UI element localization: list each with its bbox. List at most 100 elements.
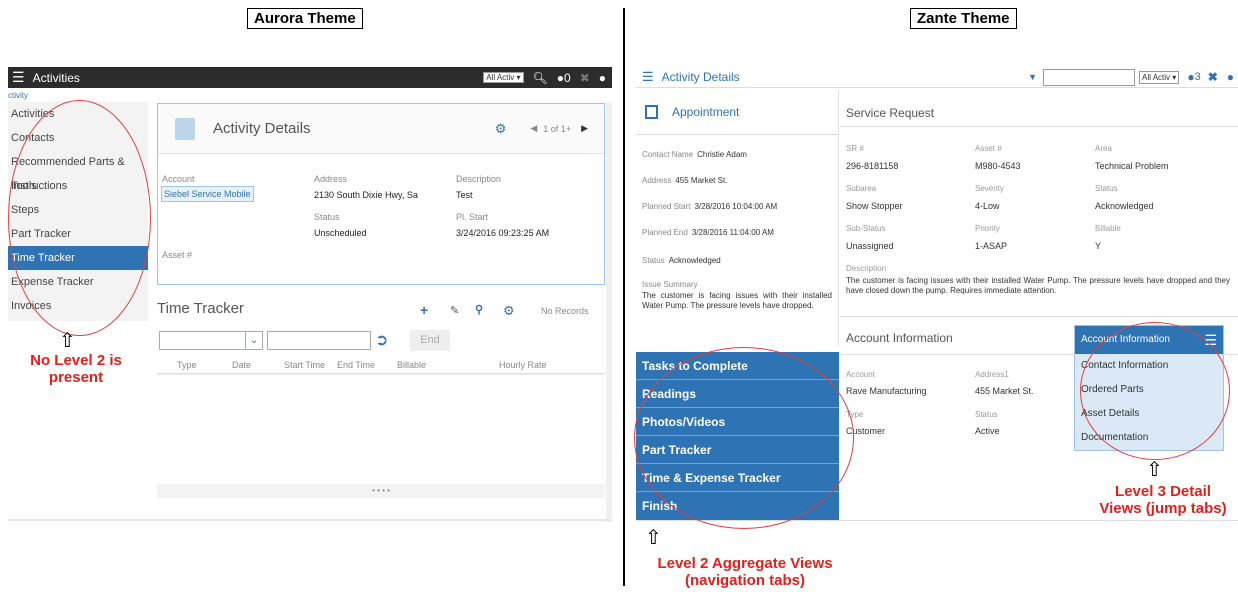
breadcrumb[interactable]: ctivity bbox=[8, 91, 28, 100]
tab-part-tracker[interactable]: Part Tracker bbox=[636, 436, 839, 464]
gear-icon[interactable]: ⚙ bbox=[503, 303, 515, 319]
tt-grid bbox=[157, 374, 605, 484]
zante-bottom-border bbox=[636, 520, 1238, 521]
service-request-title: Service Request bbox=[846, 106, 935, 120]
sidebar-item-expense-tracker[interactable]: Expense Tracker bbox=[8, 270, 148, 294]
sr-description-value: The customer is facing issues with their… bbox=[846, 276, 1230, 295]
end-button[interactable]: End bbox=[410, 330, 450, 351]
tab-time-expense-tracker[interactable]: Time & Expense Tracker bbox=[636, 464, 839, 492]
tab-tasks-to-complete[interactable]: Tasks to Complete bbox=[636, 352, 839, 380]
sr-bottom-divider bbox=[840, 316, 1238, 317]
col-end-time[interactable]: End Time bbox=[337, 360, 375, 370]
address-row: Address 455 Market St. bbox=[642, 176, 727, 185]
issue-summary-value: The customer is facing issues with their… bbox=[642, 291, 832, 310]
sidebar-item-contacts[interactable]: Contacts bbox=[8, 126, 148, 150]
search-icon[interactable]: 🔍︎ bbox=[533, 71, 548, 85]
col-date[interactable]: Date bbox=[232, 360, 251, 370]
col-hourly-rate[interactable]: Hourly Rate bbox=[499, 360, 547, 370]
sidebar-item-part-tracker[interactable]: Part Tracker bbox=[8, 222, 148, 246]
prev-record-icon[interactable]: ◀ bbox=[530, 123, 537, 134]
search-input[interactable] bbox=[1043, 68, 1136, 86]
user-icon[interactable]: ● bbox=[1227, 70, 1234, 84]
area-label: Area bbox=[1095, 144, 1112, 153]
sidebar-item-invoices[interactable]: Invoices bbox=[8, 294, 148, 318]
time-input[interactable] bbox=[267, 331, 371, 350]
edit-icon[interactable]: ✎ bbox=[450, 304, 459, 317]
sr-number-value: 296-8181158 bbox=[846, 161, 899, 171]
up-arrow-icon: ⇧ bbox=[645, 527, 662, 549]
up-arrow-icon: ⇧ bbox=[59, 330, 76, 352]
plstart-value: 3/24/2016 09:23:25 AM bbox=[456, 228, 550, 238]
aurora-sidebar: Activities Contacts Recommended Parts & … bbox=[8, 102, 148, 321]
navigation-tabs: Tasks to Complete Readings Photos/Videos… bbox=[636, 352, 839, 520]
planned-start-row: Planned Start 3/28/2016 10:04:00 AM bbox=[642, 202, 777, 211]
col-type[interactable]: Type bbox=[177, 360, 197, 370]
activity-filter-value: All Activ bbox=[486, 73, 515, 82]
address1-value: 455 Market St. bbox=[975, 386, 1034, 396]
sidebar-item-instructions[interactable]: Instructions bbox=[8, 174, 148, 198]
planned-end-value: 3/28/2016 11:04:00 AM bbox=[691, 228, 774, 237]
aurora-bottom-border bbox=[8, 519, 612, 521]
calendar-icon bbox=[645, 105, 658, 119]
contact-row: Contact Name Christie Adam bbox=[642, 150, 747, 159]
menu-icon[interactable]: ☰ bbox=[1204, 326, 1217, 354]
type-filter-input[interactable] bbox=[159, 331, 245, 350]
priority-label: Priority bbox=[975, 224, 1000, 233]
tab-readings[interactable]: Readings bbox=[636, 380, 839, 408]
aurora-header: ☰ Activities All Activ ▾ 🔍︎ ●0 ✖ ● bbox=[8, 67, 612, 88]
notification-icon[interactable]: ● bbox=[1187, 70, 1194, 84]
add-icon[interactable]: + bbox=[420, 302, 428, 318]
billable-label: Billable bbox=[1095, 224, 1121, 233]
sr-divider bbox=[840, 126, 1238, 127]
jump-tab-ordered-parts[interactable]: Ordered Parts bbox=[1075, 378, 1223, 402]
status-label: Status bbox=[642, 256, 665, 265]
search-icon[interactable]: ⚲ bbox=[475, 303, 483, 316]
tools-icon[interactable]: ✖ bbox=[1208, 70, 1218, 84]
account-status-value: Active bbox=[975, 426, 1000, 436]
header-title: Activity Details bbox=[661, 70, 740, 84]
menu-icon[interactable]: ☰ bbox=[642, 69, 654, 85]
tools-icon[interactable]: ✖ bbox=[580, 71, 590, 85]
go-icon[interactable]: ➲ bbox=[375, 330, 388, 350]
dropdown-icon[interactable]: ▼ bbox=[1028, 72, 1037, 82]
type-label: Type bbox=[846, 410, 864, 419]
planned-end-row: Planned End 3/28/2016 11:04:00 AM bbox=[642, 228, 774, 237]
col-start-time[interactable]: Start Time bbox=[284, 360, 325, 370]
sidebar-item-steps[interactable]: Steps bbox=[8, 198, 148, 222]
account-field[interactable]: Siebel Service Mobile bbox=[161, 186, 254, 202]
jump-tab-account-information[interactable]: Account Information ☰ bbox=[1075, 326, 1223, 354]
activity-filter-select[interactable]: All Activ ▾ bbox=[483, 72, 524, 83]
sidebar-item-activities[interactable]: Activities bbox=[8, 102, 148, 126]
notification-count: 3 bbox=[1194, 71, 1201, 83]
up-arrow-icon: ⇧ bbox=[1146, 459, 1163, 481]
account-value: Rave Manufacturing bbox=[846, 386, 927, 396]
scrollbar[interactable] bbox=[606, 102, 612, 522]
col-billable[interactable]: Billable bbox=[397, 360, 426, 370]
jump-tab-documentation[interactable]: Documentation bbox=[1075, 426, 1223, 450]
jump-tab-asset-details[interactable]: Asset Details bbox=[1075, 402, 1223, 426]
priority-value: 1-ASAP bbox=[975, 241, 1008, 251]
description-value: Test bbox=[456, 190, 473, 200]
notification-icon[interactable]: ●0 bbox=[557, 71, 571, 85]
sidebar-item-time-tracker[interactable]: Time Tracker bbox=[8, 246, 148, 270]
activity-details-card: Activity Details ⚙ ◀ 1 of 1+ ▶ Account S… bbox=[157, 103, 605, 285]
pager-dots[interactable]: • • • • bbox=[157, 484, 605, 498]
service-request-panel: Service Request SR # 296-8181158 Asset #… bbox=[840, 90, 1238, 318]
chevron-down-icon[interactable]: ⌄ bbox=[245, 331, 263, 350]
activity-details-title: Activity Details bbox=[213, 120, 311, 137]
record-pager: 1 of 1+ bbox=[543, 123, 572, 134]
level3-callout-text: Level 3 Detail Views (jump tabs) bbox=[1099, 483, 1227, 517]
planned-end-label: Planned End bbox=[642, 228, 688, 237]
tab-photos-videos[interactable]: Photos/Videos bbox=[636, 408, 839, 436]
next-record-icon[interactable]: ▶ bbox=[581, 123, 588, 134]
jump-tab-contact-information[interactable]: Contact Information bbox=[1075, 354, 1223, 378]
tab-finish[interactable]: Finish bbox=[636, 492, 839, 520]
activity-filter-select[interactable]: All Activ ▾ bbox=[1139, 70, 1180, 84]
gear-icon[interactable]: ⚙ bbox=[495, 121, 507, 137]
sidebar-item-recommended-parts[interactable]: Recommended Parts & Tools bbox=[8, 150, 148, 192]
time-tracker-title: Time Tracker bbox=[157, 300, 244, 317]
appointment-title: Appointment bbox=[672, 105, 740, 119]
menu-icon[interactable]: ☰ bbox=[12, 69, 25, 86]
user-icon[interactable]: ● bbox=[599, 71, 606, 85]
account-info-title: Account Information bbox=[846, 331, 953, 345]
